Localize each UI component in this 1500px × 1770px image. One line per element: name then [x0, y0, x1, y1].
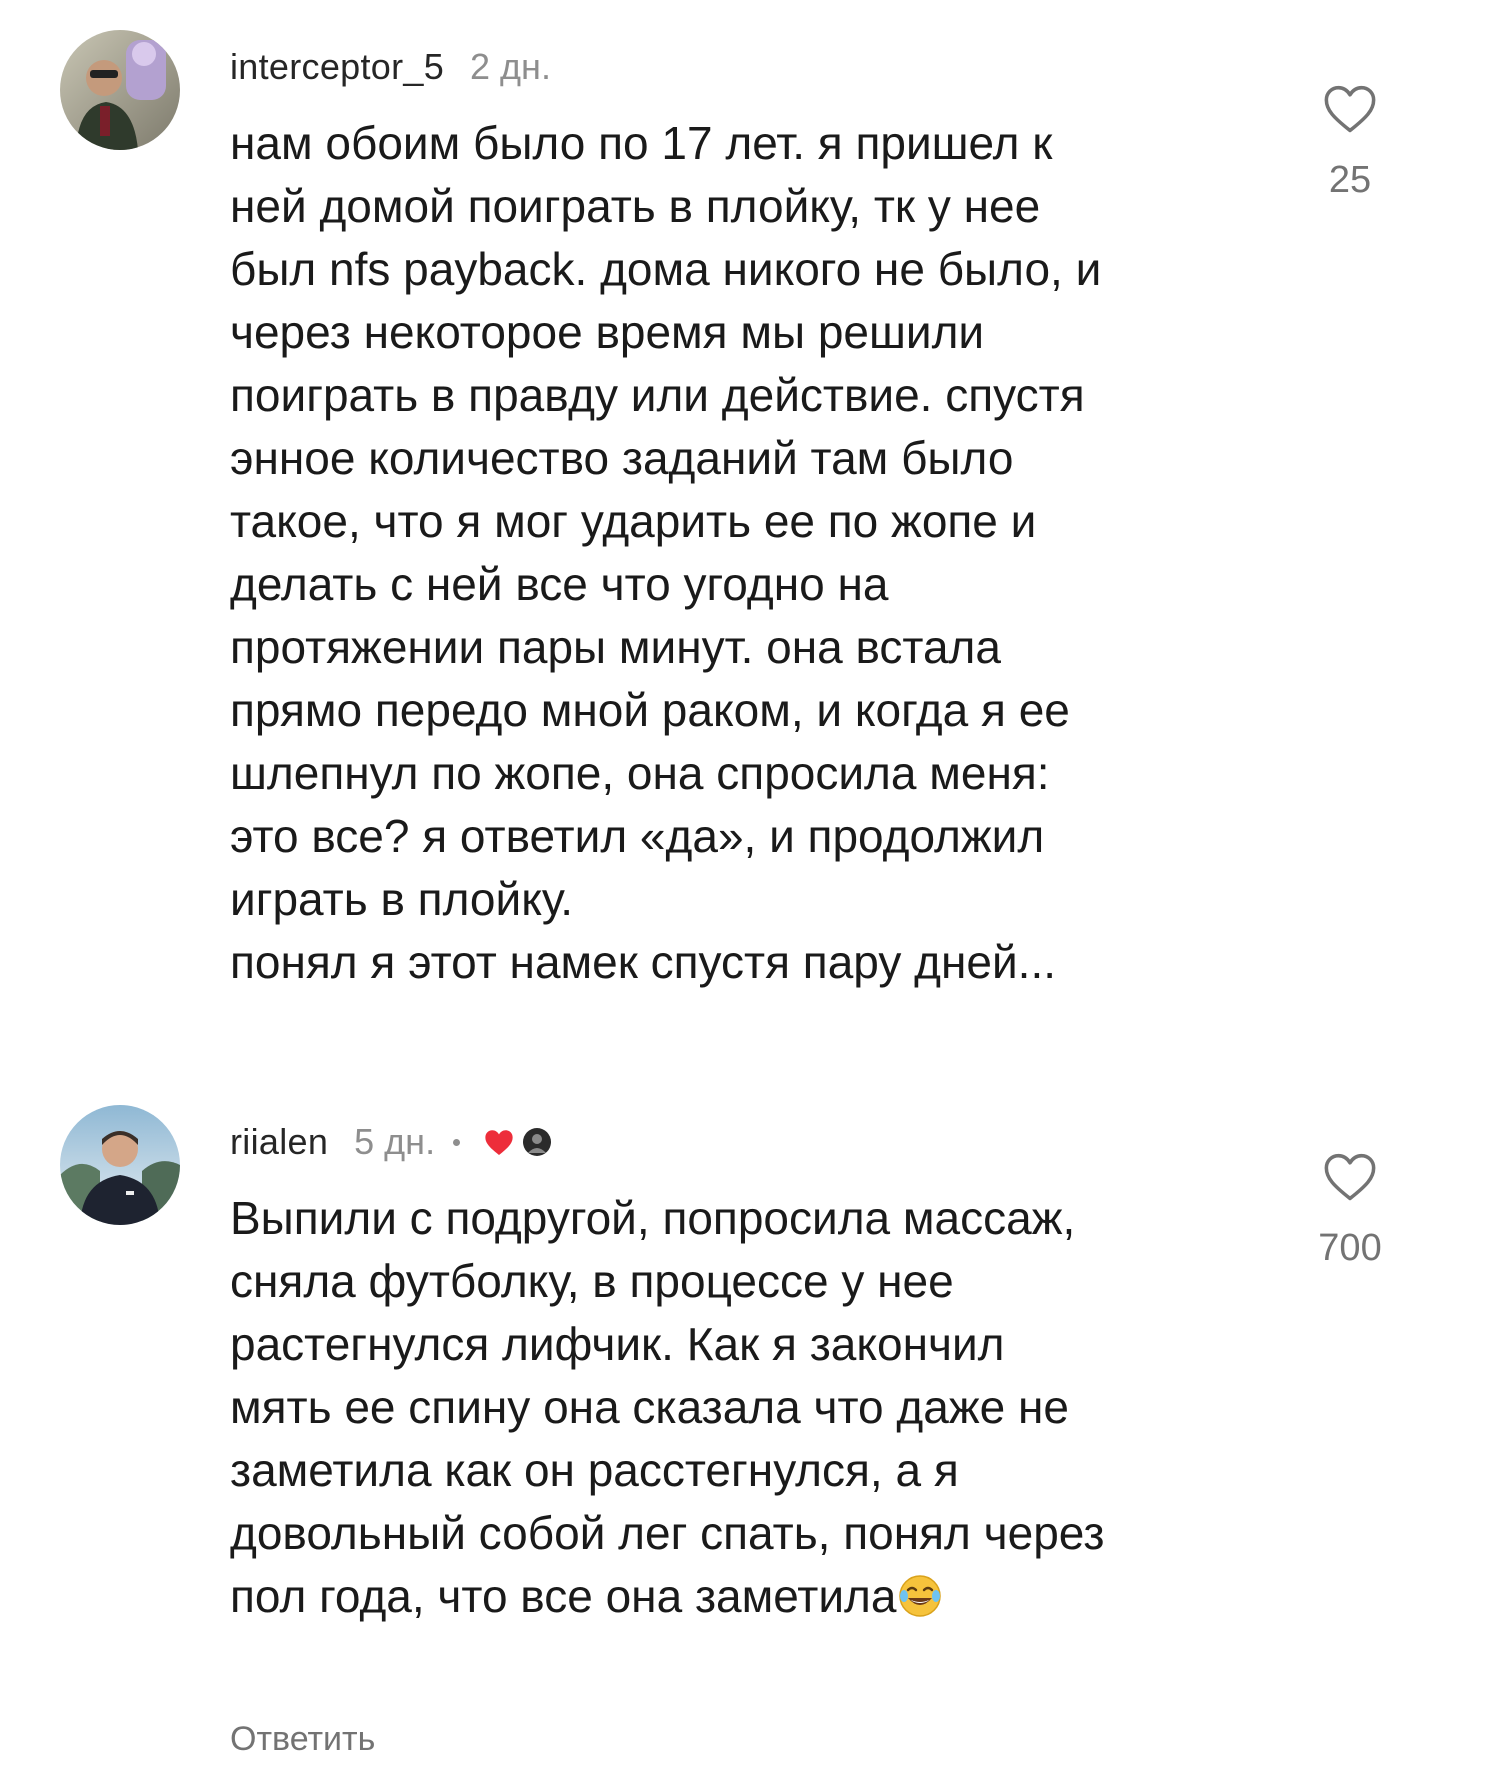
comment-text: Выпили с подругой, попросила массаж, сня…: [230, 1187, 1310, 1634]
like-control: 25: [1275, 82, 1425, 202]
user-avatar-icon[interactable]: [60, 30, 180, 150]
comment-item: riialen 5 дн. Выпили с подругой, попроси…: [0, 1105, 1500, 1765]
comment-text-body: Выпили с подругой, попросила массаж, сня…: [230, 1192, 1105, 1622]
user-avatar-icon[interactable]: [60, 1105, 180, 1225]
timestamp: 2 дн.: [470, 46, 551, 87]
timestamp: 5 дн.: [354, 1121, 436, 1162]
like-count: 25: [1328, 159, 1372, 201]
red-heart-icon: [482, 1127, 516, 1157]
creator-liked-indicator: [482, 1127, 552, 1157]
heart-outline-icon[interactable]: [1321, 82, 1379, 139]
laughing-emoji-icon: [898, 1571, 942, 1634]
comment-item: interceptor_5 2 дн. нам обоим было по 17…: [0, 30, 1500, 1030]
username[interactable]: riialen: [230, 1121, 328, 1163]
heart-outline-icon[interactable]: [1321, 1150, 1379, 1207]
like-count: 700: [1318, 1227, 1382, 1269]
like-control: 700: [1275, 1150, 1425, 1270]
comment-text: нам обоим было по 17 лет. я пришел к ней…: [230, 117, 1102, 988]
separator-dot: [453, 1138, 461, 1146]
reply-button[interactable]: Ответить: [230, 1720, 375, 1759]
username[interactable]: interceptor_5: [230, 46, 444, 88]
liked-by-avatar-icon: [522, 1127, 552, 1157]
